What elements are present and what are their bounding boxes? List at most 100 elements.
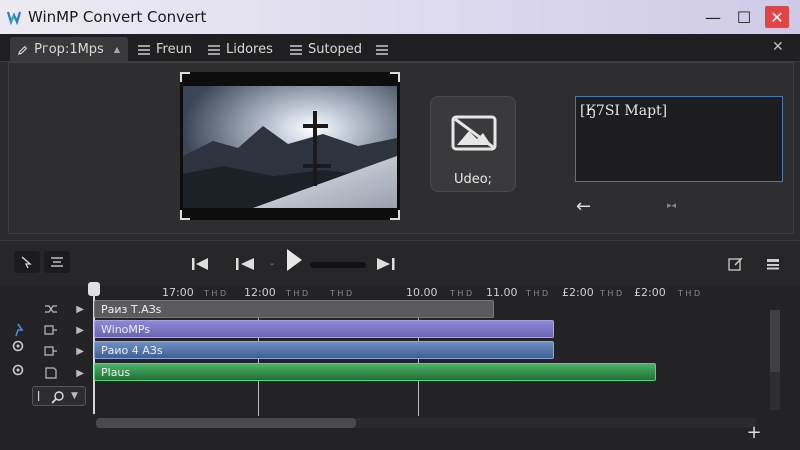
play-button[interactable] [284, 249, 304, 271]
back-arrow-icon[interactable]: ← [576, 196, 591, 217]
edit-box-icon [728, 257, 743, 271]
step-back-icon [236, 258, 254, 270]
chevron-up-icon: ▲ [113, 45, 120, 54]
skip-end-button[interactable] [374, 255, 400, 273]
clip-icon [44, 325, 57, 335]
map-input[interactable]: [Ӄ7SI Mapt] [575, 96, 783, 182]
play-icon [287, 249, 302, 271]
app-logo-icon [6, 11, 22, 25]
expand-arrow-icon: ▶ [76, 303, 84, 315]
cursor-icon [21, 256, 32, 269]
track-controls[interactable]: ▶ [44, 321, 84, 339]
menu-icon [208, 44, 220, 55]
expand-arrow-icon: ▶ [76, 324, 84, 336]
frame-corner [180, 210, 190, 220]
clip-label: Раиз Т.АЗs [101, 302, 162, 316]
step-back-button[interactable] [235, 255, 255, 273]
ruler-tick: £2:00 [562, 286, 594, 299]
tab-freun[interactable]: Freun [130, 37, 200, 62]
gear-icon[interactable] [10, 362, 26, 378]
ruler-tick: £2:00 [634, 286, 666, 299]
frame-corner [390, 72, 400, 82]
tab-label: Lidores [226, 42, 273, 57]
scrollbar-thumb[interactable] [770, 310, 780, 372]
frame-corner [390, 210, 400, 220]
map-input-text: [Ӄ7SI Mapt] [580, 103, 668, 119]
maximize-button[interactable]: ☐ [733, 6, 755, 28]
expand-arrow-icon: ▶ [76, 345, 84, 357]
ruler-minor: T H D [678, 289, 701, 298]
ruler-tick: 10.00 [406, 286, 438, 299]
close-panel-icon[interactable]: ✕ [772, 39, 784, 55]
trim-icon [51, 257, 63, 267]
ruler-tick: 12:00 [244, 286, 276, 299]
tab-sutoped[interactable]: Sutoped [282, 37, 370, 62]
skip-start-button[interactable] [190, 255, 210, 273]
timeline-clip[interactable]: Plaus [94, 363, 656, 381]
timeline-clip[interactable]: WinoMPs [94, 320, 554, 338]
chevron-down-icon: ▼ [71, 391, 78, 401]
vertical-scrollbar[interactable] [770, 310, 780, 410]
shuffle-icon [45, 305, 57, 313]
ruler-minor: T H D [330, 289, 353, 298]
ruler-minor: T H D [600, 289, 623, 298]
menu-icon [290, 44, 302, 55]
image-icon [451, 115, 497, 151]
video-preview[interactable] [180, 72, 400, 220]
frame-corner [180, 72, 190, 82]
menu-icon [138, 44, 150, 55]
audio-clip-icon [45, 367, 57, 379]
clip-label: WinoMPs [101, 322, 151, 336]
horizontal-scrollbar[interactable] [96, 418, 756, 428]
track-controls[interactable]: ▶ [44, 364, 84, 382]
scrollbar-thumb[interactable] [96, 418, 356, 428]
edit-clip-button[interactable] [727, 255, 745, 273]
tab-label: Ргор:1Мрs [34, 42, 104, 57]
minimize-button[interactable]: — [702, 6, 724, 28]
expand-arrow-icon: ▶ [76, 367, 84, 379]
clip-icon [44, 346, 57, 356]
timeline-clip[interactable]: Раио 4 АЗs [94, 341, 554, 359]
bracket-icon: ǀ [37, 389, 41, 402]
step-indicator-icon: ▸◂ [667, 201, 677, 211]
edit-icon [18, 45, 28, 55]
ruler-minor: T H D [204, 289, 227, 298]
search-icon [51, 391, 64, 404]
window-title: WinMP Convert Convert [28, 8, 207, 26]
close-button[interactable]: ✕ [765, 6, 789, 28]
ruler-minor: T H D [526, 289, 549, 298]
menu-icon [376, 44, 388, 55]
clip-label: Раио 4 АЗs [101, 343, 163, 357]
select-tool-button[interactable] [14, 251, 40, 273]
add-track-button[interactable]: + [744, 422, 764, 443]
trim-tool-button[interactable] [44, 251, 70, 273]
ruler-minor: T H D [450, 289, 473, 298]
video-thumbnail-image [183, 86, 397, 208]
pin-icon[interactable] [10, 322, 26, 338]
ruler-minor: T H D [286, 289, 309, 298]
app-window: WinMP Convert Convert — ☐ ✕ Ргор:1Мрs ▲ … [0, 0, 800, 450]
clip-label: Plaus [101, 365, 131, 379]
timeline-panel: 17:00 12:00 10.00 11.00 £2:00 £2:00 T H … [0, 282, 800, 450]
ruler-tick: 11.00 [486, 286, 518, 299]
tab-lidores[interactable]: Lidores [200, 37, 281, 62]
tab-overflow-menu[interactable] [368, 37, 402, 62]
title-bar: WinMP Convert Convert — ☐ ✕ [0, 0, 800, 34]
separator-icon: - [270, 258, 274, 270]
track-controls-selected[interactable]: ǀ ▼ [32, 386, 86, 406]
skip-end-icon [377, 258, 395, 270]
timeline-clip[interactable]: Раиз Т.АЗs [94, 300, 494, 318]
skip-start-icon [192, 258, 208, 270]
track-controls[interactable]: ▶ [44, 342, 84, 360]
tab-label: Freun [156, 42, 193, 57]
gear-icon[interactable] [10, 338, 26, 354]
ruler-tick: 17:00 [162, 286, 194, 299]
transport-toolbar: - [0, 240, 800, 286]
track-area: Раиз Т.АЗs WinoMPs Раио 4 АЗs Plaus [94, 300, 770, 418]
tab-bar: Ргор:1Мрs ▲ Freun Lidores Sutoped ✕ [0, 34, 800, 62]
playback-scrubber[interactable] [310, 262, 366, 268]
tab-project[interactable]: Ргор:1Мрs ▲ [10, 37, 128, 62]
tab-label: Sutoped [308, 42, 363, 57]
track-controls[interactable]: ▶ [44, 300, 84, 318]
timeline-menu-button[interactable] [765, 255, 781, 273]
